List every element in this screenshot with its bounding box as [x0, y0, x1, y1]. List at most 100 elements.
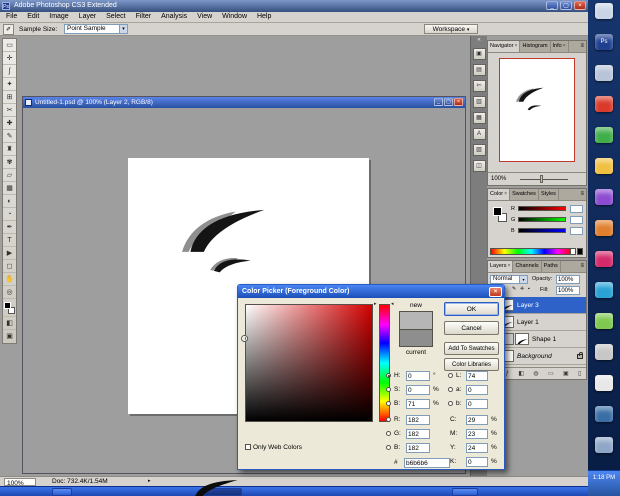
- green-value-box[interactable]: [570, 216, 583, 224]
- layer-style-icon[interactable]: ƒ: [506, 371, 509, 377]
- menu-file[interactable]: File: [2, 12, 21, 22]
- dock-panel-button-8[interactable]: ◫: [473, 160, 486, 172]
- dock-panel-button-2[interactable]: ▤: [473, 64, 486, 76]
- y-input[interactable]: [466, 443, 488, 453]
- r-radio[interactable]: [386, 417, 391, 422]
- dock-panel-button-3[interactable]: ✄: [473, 80, 486, 92]
- desktop-icon-4[interactable]: [595, 96, 613, 112]
- tab-close-icon[interactable]: ×: [514, 43, 518, 49]
- menu-layer[interactable]: Layer: [75, 12, 101, 22]
- g-radio[interactable]: [386, 431, 391, 436]
- new-layer-icon[interactable]: ▣: [563, 370, 569, 377]
- s-input[interactable]: [406, 385, 430, 395]
- l-radio[interactable]: [448, 373, 453, 378]
- hue-slider-arrow-left[interactable]: ▸: [374, 301, 377, 307]
- delete-layer-icon[interactable]: ▯: [578, 370, 581, 377]
- red-value-box[interactable]: [570, 205, 583, 213]
- panel-foreground-swatch[interactable]: [493, 207, 502, 216]
- panel-menu-icon[interactable]: ≡: [578, 41, 586, 52]
- maximize-button[interactable]: ▢: [560, 1, 572, 10]
- tool-history-brush[interactable]: ✾: [3, 156, 16, 169]
- tab-styles[interactable]: Styles: [539, 189, 559, 200]
- lock-position-icon[interactable]: ✛: [520, 286, 524, 292]
- desktop-icon-3[interactable]: [595, 65, 613, 81]
- desktop-icon-12[interactable]: [595, 344, 613, 360]
- saturation-brightness-field[interactable]: [245, 304, 373, 422]
- tool-rectangular-marquee[interactable]: ▭: [3, 39, 16, 52]
- panel-menu-icon[interactable]: ≡: [578, 189, 586, 200]
- tool-crop[interactable]: ⊞: [3, 91, 16, 104]
- b2-input[interactable]: [406, 443, 430, 453]
- layer-group-icon[interactable]: ▭: [548, 370, 554, 377]
- blue-slider[interactable]: [518, 228, 566, 233]
- tool-zoom[interactable]: ◎: [3, 286, 16, 299]
- desktop-icon-recycle-bin[interactable]: [595, 437, 613, 453]
- tab-paths[interactable]: Paths: [542, 261, 561, 272]
- lock-pixels-icon[interactable]: ✎: [512, 286, 516, 292]
- tab-color[interactable]: Color×: [488, 189, 510, 200]
- lab-b-input[interactable]: [466, 399, 488, 409]
- tab-channels[interactable]: Channels: [513, 261, 541, 272]
- menu-image[interactable]: Image: [45, 12, 72, 22]
- taskbar-button-3[interactable]: [452, 488, 478, 496]
- adjustment-layer-icon[interactable]: ◍: [533, 370, 538, 377]
- tool-move[interactable]: ✛: [3, 52, 16, 65]
- desktop-icon-my-computer[interactable]: [595, 3, 613, 19]
- checkbox-icon[interactable]: [245, 444, 251, 450]
- blue-value-box[interactable]: [570, 227, 583, 235]
- b2-radio[interactable]: [386, 445, 391, 450]
- app-titlebar[interactable]: Ps Adobe Photoshop CS3 Extended _ ▢ ×: [0, 0, 588, 12]
- tab-histogram[interactable]: Histogram: [520, 41, 550, 52]
- c-input[interactable]: [466, 415, 488, 425]
- lab-b-radio[interactable]: [448, 401, 453, 406]
- green-slider[interactable]: [518, 217, 566, 222]
- dock-panel-button-1[interactable]: ▣: [473, 48, 486, 60]
- h-input[interactable]: [406, 371, 430, 381]
- dock-panel-button-5[interactable]: ▦: [473, 112, 486, 124]
- document-titlebar[interactable]: Untitled-1.psd @ 100% (Layer 2, RGB/8) _…: [23, 97, 465, 108]
- sample-size-dropdown[interactable]: Point Sample ▾: [64, 24, 128, 34]
- tool-gradient[interactable]: ▦: [3, 182, 16, 195]
- menu-window[interactable]: Window: [218, 12, 251, 22]
- h-radio[interactable]: [386, 373, 391, 378]
- ok-button[interactable]: OK: [444, 302, 499, 316]
- fill-value[interactable]: 100%: [556, 286, 580, 295]
- desktop-icon-7[interactable]: [595, 189, 613, 205]
- menu-analysis[interactable]: Analysis: [157, 12, 191, 22]
- b-radio[interactable]: [386, 401, 391, 406]
- screen-mode-button[interactable]: ▣: [3, 330, 16, 343]
- tool-eraser[interactable]: ▱: [3, 169, 16, 182]
- eyedropper-tool-icon[interactable]: ✐: [3, 24, 14, 35]
- tool-pen[interactable]: ✒: [3, 221, 16, 234]
- menu-filter[interactable]: Filter: [132, 12, 156, 22]
- close-button[interactable]: ×: [574, 1, 586, 10]
- navigator-zoom-slider[interactable]: [520, 179, 568, 180]
- dialog-close-button[interactable]: ×: [489, 287, 502, 297]
- quick-mask-button[interactable]: ◧: [3, 317, 16, 330]
- g-input[interactable]: [406, 429, 430, 439]
- dock-panel-button-4[interactable]: ▥: [473, 96, 486, 108]
- tab-close-icon[interactable]: ×: [562, 43, 566, 49]
- dock-panel-button-7[interactable]: ▧: [473, 144, 486, 156]
- tab-close-icon[interactable]: ×: [503, 191, 507, 197]
- tool-dodge[interactable]: ◔: [3, 208, 16, 221]
- desktop-icon-11[interactable]: [595, 313, 613, 329]
- a-input[interactable]: [466, 385, 488, 395]
- hex-input[interactable]: [404, 458, 450, 468]
- desktop-icon-14[interactable]: [595, 406, 613, 422]
- lock-all-icon[interactable]: ▪: [528, 286, 530, 292]
- status-arrow-icon[interactable]: ▸: [148, 477, 151, 486]
- cancel-button[interactable]: Cancel: [444, 321, 499, 335]
- l-input[interactable]: [466, 371, 488, 381]
- menu-help[interactable]: Help: [253, 12, 275, 22]
- s-radio[interactable]: [386, 387, 391, 392]
- tab-layers[interactable]: Layers×: [488, 261, 513, 272]
- hue-slider-arrow-right[interactable]: ◂: [391, 301, 394, 307]
- tab-navigator[interactable]: Navigator×: [488, 41, 520, 52]
- desktop-icon-10[interactable]: [595, 282, 613, 298]
- tool-shape[interactable]: ◻: [3, 260, 16, 273]
- doc-close-button[interactable]: ×: [454, 98, 463, 106]
- tool-path-selection[interactable]: ▶: [3, 247, 16, 260]
- doc-maximize-button[interactable]: ▢: [444, 98, 453, 106]
- add-to-swatches-button[interactable]: Add To Swatches: [444, 342, 499, 355]
